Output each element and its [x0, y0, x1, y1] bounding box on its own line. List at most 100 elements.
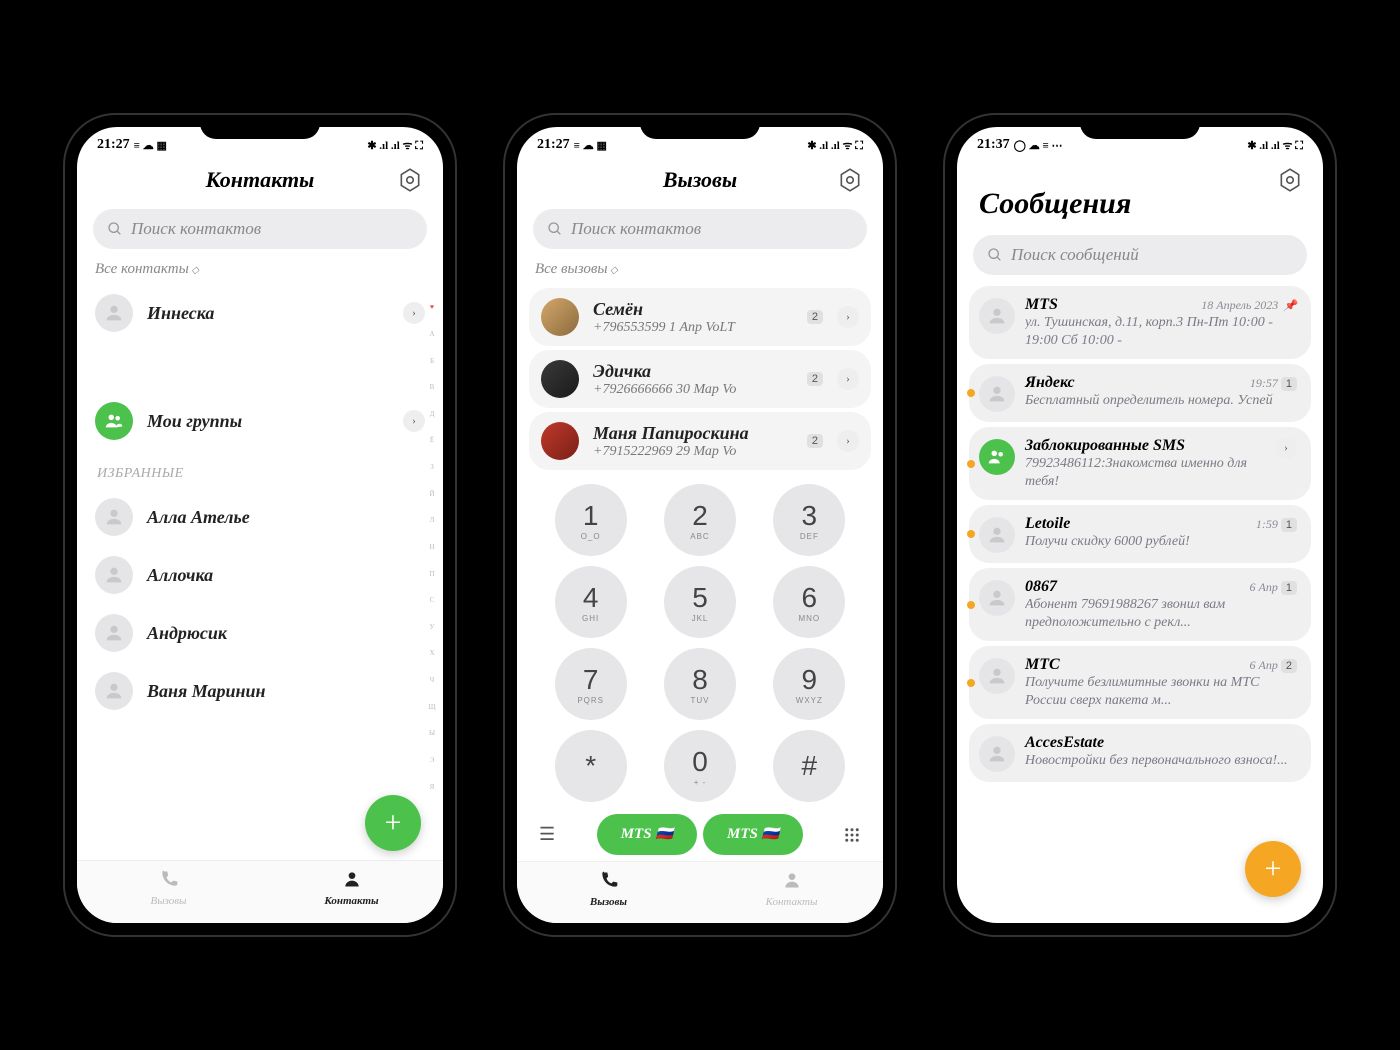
notch [640, 115, 760, 139]
avatar-icon [979, 580, 1015, 616]
avatar-icon [979, 439, 1015, 475]
dialkey-2[interactable]: 2ABC [664, 484, 736, 556]
avatar-icon [95, 672, 133, 710]
messages-list: MTS18 Апрель 2023 📌ул. Тушинская, д.11, … [957, 281, 1323, 923]
avatar-icon [95, 498, 133, 536]
message-row[interactable]: МТС6 Апр 2Получите безлимитные звонки на… [969, 646, 1311, 719]
count-badge: 2 [1281, 659, 1297, 673]
bottom-tabs: Вызовы Контакты [77, 860, 443, 923]
group-icon [95, 402, 133, 440]
dialkey-0[interactable]: 0+ - [664, 730, 736, 802]
avatar-icon [541, 360, 579, 398]
sim-row: ☰ MTS🇷🇺 MTS🇷🇺 [517, 808, 883, 861]
dialpad: 1O_O 2ABC 3DEF 4GHI 5JKL 6MNO 7PQRS 8TUV 9WXYZ * 0… [517, 474, 883, 808]
search-icon [987, 247, 1003, 263]
tab-contacts[interactable]: Контакты [700, 862, 883, 923]
dialkey-8[interactable]: 8TUV [664, 648, 736, 720]
header: Вызовы [517, 157, 883, 203]
menu-icon[interactable]: ☰ [539, 824, 555, 845]
header: Контакты [77, 157, 443, 203]
unread-dot [967, 530, 975, 538]
message-row[interactable]: MTS18 Апрель 2023 📌ул. Тушинская, д.11, … [969, 286, 1311, 359]
contact-row[interactable]: Андрюсик [77, 604, 443, 662]
message-row[interactable]: Заблокированные SMS 79923486112:Знакомст… [969, 427, 1311, 500]
dialkey-5[interactable]: 5JKL [664, 566, 736, 638]
chevron-right-icon[interactable]: › [837, 368, 859, 390]
chevron-right-icon[interactable]: › [837, 306, 859, 328]
message-row[interactable]: AccesEstate Новостройки без первоначальн… [969, 724, 1311, 782]
avatar-icon [979, 376, 1015, 412]
search-icon [547, 221, 563, 237]
avatar-icon [541, 298, 579, 336]
unread-dot [967, 460, 975, 468]
message-row[interactable]: Letoile1:59 1Получи скидку 6000 рублей! [969, 505, 1311, 563]
add-contact-fab[interactable]: + [365, 795, 421, 851]
contact-row[interactable]: Аллочка [77, 546, 443, 604]
groups-row[interactable]: Мои группы › [77, 392, 443, 450]
dialpad-toggle-icon[interactable] [843, 826, 861, 844]
phone-messages: 21:37◯ ☁ ≡ ⋯ ✱ .ıl .ıl ᯤ ⛶ Сообщения Пои… [945, 115, 1335, 935]
search-input[interactable]: Поиск контактов [533, 209, 867, 249]
sim2-button[interactable]: MTS🇷🇺 [703, 814, 803, 855]
filter-dropdown[interactable]: Все вызовы [517, 255, 883, 284]
dialkey-*[interactable]: * [555, 730, 627, 802]
avatar-icon [541, 422, 579, 460]
filter-dropdown[interactable]: Все контакты [77, 255, 443, 284]
avatar-icon [979, 517, 1015, 553]
avatar-icon [95, 614, 133, 652]
home-indicator[interactable] [1080, 925, 1200, 929]
avatar-icon [979, 658, 1015, 694]
home-indicator[interactable] [200, 925, 320, 929]
unread-dot [967, 389, 975, 397]
dialkey-4[interactable]: 4GHI [555, 566, 627, 638]
call-row[interactable]: Семён+796553599 1 Апр VoLT 2 › [529, 288, 871, 346]
notch [1080, 115, 1200, 139]
sim1-button[interactable]: MTS🇷🇺 [597, 814, 697, 855]
settings-icon[interactable] [397, 167, 423, 193]
settings-icon[interactable] [1277, 167, 1303, 193]
count-badge: 1 [1281, 377, 1297, 391]
avatar-icon [95, 556, 133, 594]
dialkey-7[interactable]: 7PQRS [555, 648, 627, 720]
avatar-icon [979, 298, 1015, 334]
count-badge: 1 [1281, 581, 1297, 595]
message-row[interactable]: 08676 Апр 1Абонент 79691988267 звонил ва… [969, 568, 1311, 641]
call-row[interactable]: Маня Папироскина+7915222969 29 Мар Vo 2 … [529, 412, 871, 470]
count-badge: 2 [807, 310, 823, 324]
phone-contacts: 21:27≡ ☁ ▦ ✱ .ıl .ıl ᯤ ⛶ Контакты Поиск … [65, 115, 455, 935]
contact-row[interactable]: Иннеска › [77, 284, 443, 342]
chevron-right-icon[interactable]: › [837, 430, 859, 452]
tab-contacts[interactable]: Контакты [260, 861, 443, 923]
dialkey-3[interactable]: 3DEF [773, 484, 845, 556]
chevron-right-icon[interactable]: › [1275, 437, 1297, 459]
tab-calls[interactable]: Вызовы [77, 861, 260, 923]
alpha-scrollbar[interactable]: ♥АБВДЁЗЙЛНПСУХЧЩЫЭЯ [425, 294, 439, 800]
tab-calls[interactable]: Вызовы [517, 862, 700, 923]
dialkey-#[interactable]: # [773, 730, 845, 802]
page-title: Вызовы [663, 167, 737, 193]
unread-dot [967, 679, 975, 687]
dialkey-1[interactable]: 1O_O [555, 484, 627, 556]
avatar-icon [95, 294, 133, 332]
home-indicator[interactable] [640, 925, 760, 929]
count-badge: 2 [807, 434, 823, 448]
message-row[interactable]: Яндекс19:57 1Бесплатный определитель ном… [969, 364, 1311, 422]
search-input[interactable]: Поиск сообщений [973, 235, 1307, 275]
favorites-header: ИЗБРАННЫЕ [77, 450, 443, 488]
unread-dot [967, 601, 975, 609]
contact-row[interactable]: Ваня Маринин [77, 662, 443, 720]
chevron-right-icon[interactable]: › [403, 302, 425, 324]
call-row[interactable]: Эдичка+7926666666 30 Мар Vo 2 › [529, 350, 871, 408]
search-icon [107, 221, 123, 237]
settings-icon[interactable] [837, 167, 863, 193]
dialkey-9[interactable]: 9WXYZ [773, 648, 845, 720]
search-input[interactable]: Поиск контактов [93, 209, 427, 249]
page-title: Контакты [206, 167, 315, 193]
contact-row[interactable]: Алла Ателье [77, 488, 443, 546]
notch [200, 115, 320, 139]
dialkey-6[interactable]: 6MNO [773, 566, 845, 638]
count-badge: 2 [807, 372, 823, 386]
count-badge: 1 [1281, 518, 1297, 532]
compose-fab[interactable]: + [1245, 841, 1301, 897]
chevron-right-icon[interactable]: › [403, 410, 425, 432]
